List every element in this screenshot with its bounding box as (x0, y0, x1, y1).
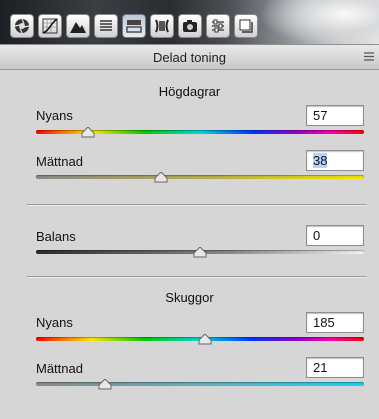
balance-input[interactable]: 0 (306, 225, 364, 246)
curve-icon[interactable] (38, 14, 62, 38)
shadows-hue-label: Nyans (36, 315, 73, 330)
shadows-hue-input[interactable]: 185 (306, 312, 364, 333)
shadows-hue-slider-thumb[interactable] (198, 334, 212, 345)
camera-icon[interactable] (178, 14, 202, 38)
lens-icon[interactable] (150, 14, 174, 38)
highlights-section-title: Högdagrar (158, 84, 221, 99)
panel-title: Delad toning (153, 49, 226, 65)
shadows-saturation-input[interactable]: 21 (306, 357, 364, 378)
highlights-hue-slider-thumb[interactable] (81, 127, 95, 138)
split-toning-panel: Delad toning Högdagrar Nyans 57 Mättnad … (0, 44, 379, 419)
section-divider (27, 276, 367, 277)
presets-icon[interactable] (234, 14, 258, 38)
section-divider (27, 204, 367, 205)
panel-header: Delad toning (0, 45, 379, 70)
shadows-saturation-slider-thumb[interactable] (98, 379, 112, 390)
highlights-saturation-input[interactable]: 38 (306, 150, 364, 171)
shadows-saturation-slider-track[interactable] (36, 382, 364, 386)
highlights-hue-label: Nyans (36, 108, 73, 123)
lines-icon[interactable] (94, 14, 118, 38)
shadows-saturation-label: Mättnad (36, 361, 83, 376)
highlights-hue-input[interactable]: 57 (306, 105, 364, 126)
highlights-saturation-label: Mättnad (36, 154, 83, 169)
panel-menu-icon[interactable] (364, 52, 374, 61)
aperture-icon[interactable] (10, 14, 34, 38)
highlights-saturation-slider-track[interactable] (36, 175, 364, 179)
balance-label: Balans (36, 229, 76, 244)
balance-slider-thumb[interactable] (193, 247, 207, 258)
sliders-icon[interactable] (206, 14, 230, 38)
mountains-icon[interactable] (66, 14, 90, 38)
shadows-section-title: Skuggor (165, 290, 214, 305)
highlights-saturation-slider-thumb[interactable] (154, 172, 168, 183)
split-toning-icon[interactable] (122, 14, 146, 38)
